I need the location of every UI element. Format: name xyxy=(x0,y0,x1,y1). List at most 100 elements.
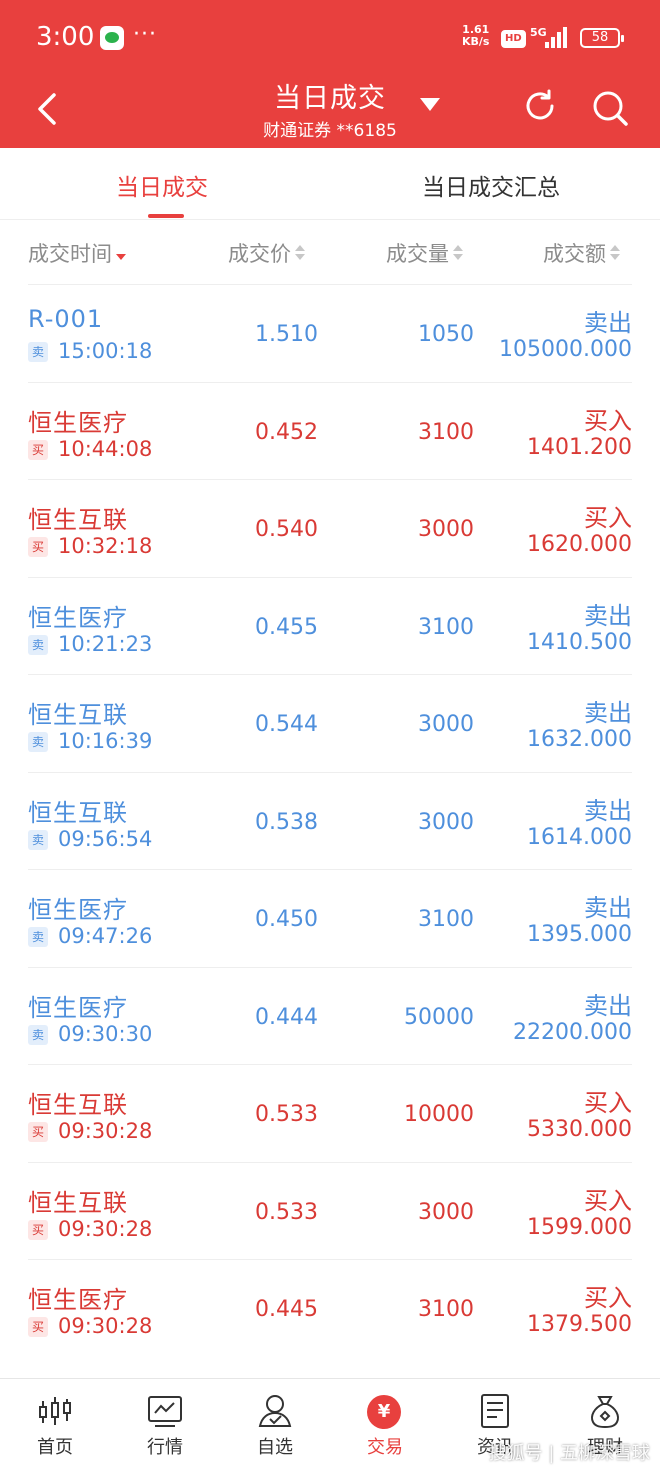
trade-side-badge: 卖 xyxy=(28,634,48,655)
table-row[interactable]: 恒生互联买 09:30:28 0.533 3000 买入 1599.000 xyxy=(28,1161,632,1260)
trade-direction: 卖出 xyxy=(584,601,632,630)
col-price-label: 成交价 xyxy=(228,242,291,266)
table-row[interactable]: 恒生医疗卖 09:47:26 0.450 3100 卖出 1395.000 xyxy=(28,869,632,967)
col-qty-label: 成交量 xyxy=(386,242,449,266)
trade-time: 10:16:39 xyxy=(58,729,153,753)
trade-amount: 1620.000 xyxy=(527,532,632,557)
trade-amount: 1599.000 xyxy=(527,1214,632,1240)
trade-direction: 买入 xyxy=(584,406,632,435)
table-row[interactable]: 恒生医疗买 09:30:28 0.445 3100 买入 1379.500 xyxy=(28,1259,632,1357)
trade-list: R-001 卖 15:00:18 1.510 1050 卖出 105000.000 恒生医疗买… xyxy=(0,284,660,1357)
trade-time: 09:30:28 xyxy=(58,1119,153,1143)
trade-direction: 卖出 xyxy=(584,796,632,825)
table-row[interactable]: 恒生医疗卖 10:21:23 0.455 3100 卖出 1410.500 xyxy=(28,576,632,675)
stock-name: 恒生医疗 xyxy=(28,1286,128,1314)
trade-price: 0.444 xyxy=(255,1004,318,1030)
yen-icon: ¥ xyxy=(367,1395,401,1429)
trade-time: 15:00:18 xyxy=(58,339,153,363)
watermark: 搜狐号 | 五柳深雪球 xyxy=(488,1443,650,1464)
nav-home-label: 首页 xyxy=(37,1437,73,1458)
trade-time: 09:30:30 xyxy=(58,1021,153,1046)
column-header: 成交时间 成交价 成交量 成交额 xyxy=(0,220,660,284)
trade-direction: 卖出 xyxy=(584,309,632,337)
stock-name: 恒生互联 xyxy=(28,1188,128,1217)
trade-qty: 3000 xyxy=(418,1199,474,1225)
trade-qty: 3000 xyxy=(418,712,474,737)
trade-direction: 卖出 xyxy=(584,991,632,1020)
more-notifications-icon: ··· xyxy=(133,22,157,47)
trade-side-badge: 卖 xyxy=(28,829,48,850)
col-amount[interactable]: 成交额 xyxy=(543,238,620,268)
table-row[interactable]: 恒生互联卖 09:56:54 0.538 3000 卖出 1614.000 xyxy=(28,771,632,870)
chart-icon xyxy=(148,1396,182,1427)
trade-qty: 3100 xyxy=(418,419,474,445)
col-price[interactable]: 成交价 xyxy=(228,238,305,268)
trade-side-badge: 买 xyxy=(28,1122,48,1142)
trade-direction: 买入 xyxy=(584,504,632,532)
nav-watchlist-label: 自选 xyxy=(257,1437,293,1458)
stock-name: 恒生互联 xyxy=(28,701,128,729)
status-bar: 3:00 ··· 1.61 KB/s HD 5G 58 xyxy=(0,0,660,74)
table-row[interactable]: 恒生互联买 10:32:18 0.540 3000 买入 1620.000 xyxy=(28,479,632,577)
trade-amount: 1632.000 xyxy=(527,727,632,752)
tab-indicator xyxy=(148,214,184,218)
sort-icon xyxy=(610,245,620,261)
tab-bar: 当日成交 当日成交汇总 xyxy=(0,148,660,220)
table-row[interactable]: 恒生医疗买 10:44:08 0.452 3100 买入 1401.200 xyxy=(28,381,632,480)
table-row[interactable]: 恒生医疗卖 09:30:30 0.444 50000 卖出 22200.000 xyxy=(28,966,632,1065)
trade-price: 0.533 xyxy=(255,1199,318,1225)
stock-name: 恒生医疗 xyxy=(28,603,128,632)
table-row[interactable]: 恒生互联买 09:30:28 0.533 10000 买入 5330.000 xyxy=(28,1064,632,1162)
hd-icon: HD xyxy=(501,30,526,48)
trade-direction: 卖出 xyxy=(584,699,632,727)
nav-trade-label: 交易 xyxy=(367,1437,403,1458)
trade-time: 10:44:08 xyxy=(58,436,153,461)
trade-price: 0.538 xyxy=(255,809,318,835)
stock-name: 恒生互联 xyxy=(28,798,128,827)
trade-amount: 1614.000 xyxy=(527,824,632,850)
trade-price: 1.510 xyxy=(255,322,318,347)
money-bag-icon xyxy=(591,1396,619,1429)
tab-daily-trades[interactable]: 当日成交 xyxy=(116,168,208,202)
nav-trade[interactable]: ¥ 交易 xyxy=(330,1379,440,1468)
trade-amount: 105000.000 xyxy=(499,337,632,362)
tab-daily-summary[interactable]: 当日成交汇总 xyxy=(422,168,560,202)
trade-direction: 买入 xyxy=(584,1284,632,1312)
trade-qty: 10000 xyxy=(404,1102,474,1127)
trade-price: 0.540 xyxy=(255,517,318,542)
nav-market-label: 行情 xyxy=(147,1437,183,1458)
trade-side-badge: 卖 xyxy=(28,1024,48,1045)
trade-qty: 3000 xyxy=(418,809,474,835)
account-label[interactable]: 财通证券 **6185 xyxy=(0,116,660,141)
trade-amount: 1410.500 xyxy=(527,629,632,655)
table-row[interactable]: R-001 卖 15:00:18 1.510 1050 卖出 105000.000 xyxy=(28,284,632,382)
stock-name: 恒生互联 xyxy=(28,1091,128,1119)
page-title: 当日成交 xyxy=(274,83,386,114)
nav-watchlist[interactable]: 自选 xyxy=(220,1379,330,1468)
trade-price: 0.450 xyxy=(255,907,318,932)
candlestick-icon xyxy=(39,1397,71,1425)
trade-price: 0.455 xyxy=(255,614,318,640)
nav-home[interactable]: 首页 xyxy=(0,1379,110,1468)
trade-amount: 1379.500 xyxy=(527,1312,632,1337)
nav-market[interactable]: 行情 xyxy=(110,1379,220,1468)
trade-side-badge: 买 xyxy=(28,537,48,557)
trade-time: 09:47:26 xyxy=(58,924,153,948)
trade-time: 09:56:54 xyxy=(58,826,153,851)
app-header: 3:00 ··· 1.61 KB/s HD 5G 58 当日成交 财通证券 **6… xyxy=(0,0,660,148)
account-dropdown-icon[interactable] xyxy=(420,98,440,111)
col-time[interactable]: 成交时间 xyxy=(28,238,126,268)
search-icon[interactable] xyxy=(590,88,630,128)
user-icon xyxy=(258,1395,292,1427)
nav-bar: 当日成交 财通证券 **6185 xyxy=(0,74,660,148)
trade-qty: 1050 xyxy=(418,322,474,347)
stock-name: R-001 xyxy=(28,305,104,333)
trade-qty: 50000 xyxy=(404,1004,474,1030)
trade-direction: 卖出 xyxy=(584,894,632,922)
col-qty[interactable]: 成交量 xyxy=(386,238,463,268)
stock-name: 恒生医疗 xyxy=(28,993,128,1022)
refresh-icon[interactable] xyxy=(522,88,558,124)
trade-direction: 买入 xyxy=(584,1089,632,1117)
table-row[interactable]: 恒生互联卖 10:16:39 0.544 3000 卖出 1632.000 xyxy=(28,674,632,772)
trade-side-badge: 买 xyxy=(28,1317,48,1337)
